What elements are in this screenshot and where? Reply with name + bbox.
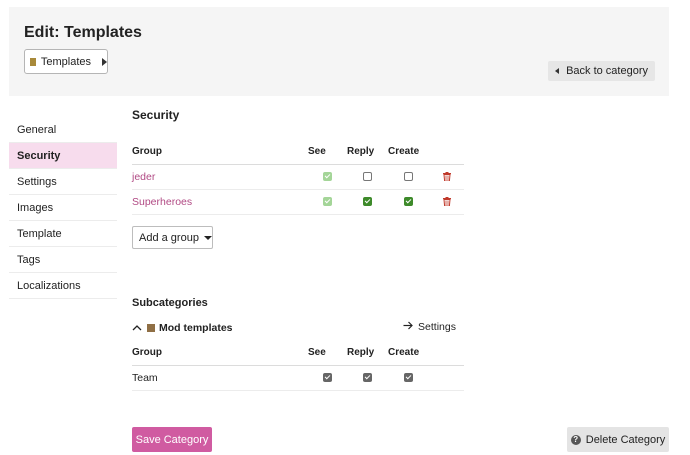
see-checkbox-disabled (323, 172, 332, 182)
trash-icon[interactable] (442, 172, 451, 182)
sidebar-nav: General Security Settings Images Templat… (9, 117, 117, 299)
arrow-right-icon (403, 321, 413, 333)
column-header-empty (429, 340, 464, 366)
chevron-up-icon[interactable] (132, 322, 142, 334)
page-header: Edit: Templates Templates Back to catego… (9, 7, 669, 96)
sidebar-item-general[interactable]: General (9, 117, 117, 143)
delete-category-label: Delete Category (585, 433, 666, 446)
sidebar-item-template[interactable]: Template (9, 221, 117, 247)
category-chooser[interactable]: Templates (24, 49, 108, 74)
column-header-reply: Reply (347, 139, 388, 165)
column-header-create: Create (388, 340, 429, 366)
group-link-superheroes[interactable]: Superheroes (132, 189, 308, 215)
table-row: Team (132, 365, 464, 391)
caret-left-icon (555, 68, 560, 74)
column-header-reply: Reply (347, 340, 388, 366)
column-header-group: Group (132, 139, 308, 165)
sidebar-item-localizations[interactable]: Localizations (9, 273, 117, 299)
delete-category-button[interactable]: ? Delete Category (567, 427, 669, 452)
page-title: Edit: Templates (24, 24, 142, 41)
table-header-row: Group See Reply Create (132, 340, 464, 366)
caret-right-icon (102, 57, 107, 66)
sidebar-item-images[interactable]: Images (9, 195, 117, 221)
subcategory-color-swatch (147, 324, 155, 332)
subcategory-header: Mod templates Settings (132, 320, 464, 336)
reply-checkbox[interactable] (363, 197, 372, 207)
table-header-row: Group See Reply Create (132, 139, 464, 165)
back-to-category-label: Back to category (566, 65, 648, 77)
create-checkbox-readonly (404, 373, 413, 383)
question-circle-icon: ? (570, 434, 581, 445)
subcategories-section-title: Subcategories (132, 297, 208, 309)
column-header-group: Group (132, 340, 308, 366)
security-permissions-table: Group See Reply Create jeder Superheroes (132, 139, 464, 215)
category-chooser-label: Templates (40, 55, 91, 68)
see-checkbox-disabled (323, 197, 332, 207)
subcategory-permissions-table: Group See Reply Create Team (132, 340, 464, 391)
create-checkbox[interactable] (404, 172, 413, 182)
group-name-team: Team (132, 365, 308, 391)
sidebar-item-tags[interactable]: Tags (9, 247, 117, 273)
trash-icon[interactable] (442, 197, 451, 207)
add-group-button[interactable]: Add a group (132, 226, 213, 249)
column-header-see: See (308, 139, 347, 165)
sidebar-item-settings[interactable]: Settings (9, 169, 117, 195)
subcategory-settings-link[interactable]: Settings (403, 321, 456, 333)
table-row: jeder (132, 164, 464, 190)
see-checkbox-readonly (323, 373, 332, 383)
reply-checkbox-readonly (363, 373, 372, 383)
column-header-delete (429, 139, 464, 165)
create-checkbox[interactable] (404, 197, 413, 207)
security-section-title: Security (132, 108, 180, 122)
add-group-label: Add a group (139, 231, 199, 244)
sidebar-item-security[interactable]: Security (9, 143, 117, 169)
table-row: Superheroes (132, 189, 464, 215)
back-to-category-button[interactable]: Back to category (548, 61, 655, 81)
subcategory-settings-label: Settings (418, 321, 456, 333)
column-header-see: See (308, 340, 347, 366)
caret-down-icon (203, 235, 212, 240)
column-header-create: Create (388, 139, 429, 165)
subcategory-name: Mod templates (159, 322, 233, 334)
save-category-button[interactable]: Save Category (132, 427, 212, 452)
reply-checkbox[interactable] (363, 172, 372, 182)
category-color-swatch (30, 57, 36, 66)
group-link-jeder[interactable]: jeder (132, 164, 308, 190)
